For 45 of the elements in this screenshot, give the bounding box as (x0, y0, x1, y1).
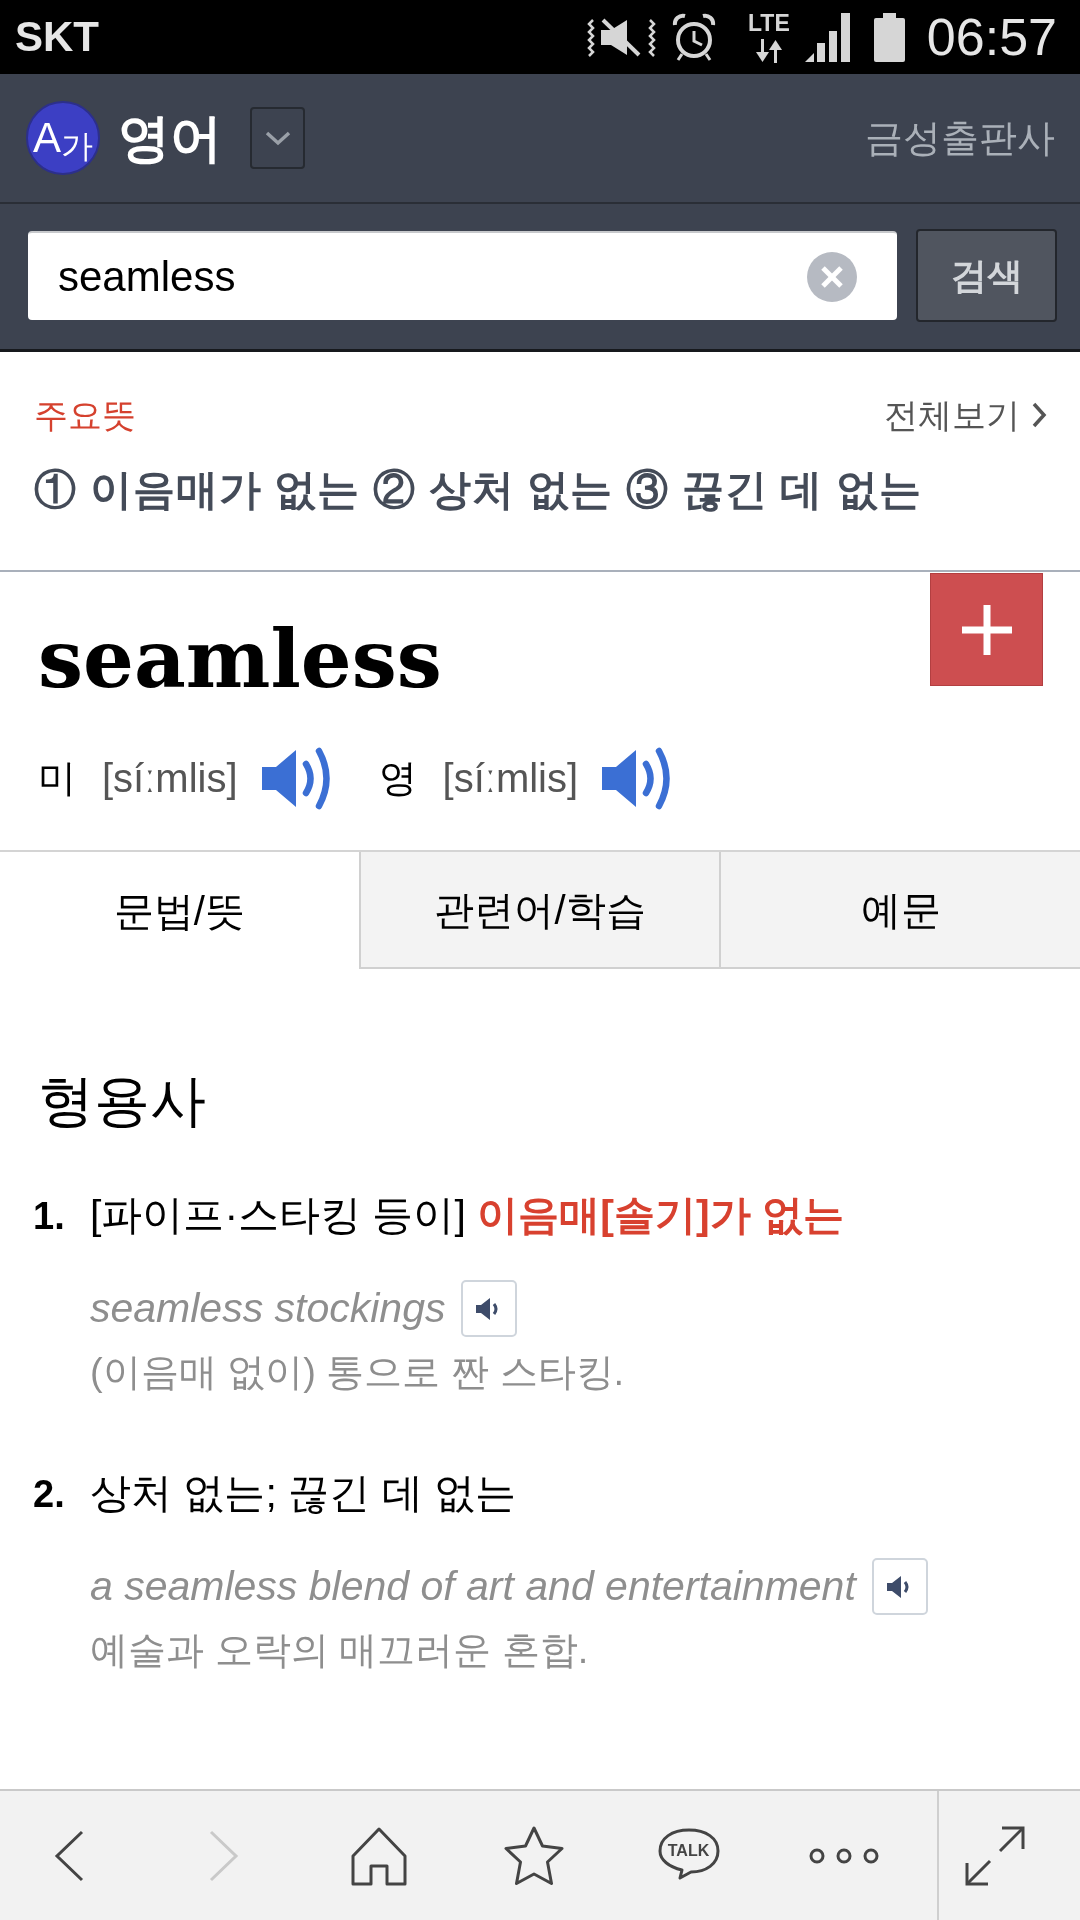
dropdown-button[interactable] (250, 107, 305, 169)
sense-definition: 상처 없는; 끊긴 데 없는 (90, 1469, 516, 1517)
headword: seamless (38, 614, 442, 704)
example-sentence: a seamless blend of art and entertainment (90, 1566, 856, 1607)
region-label: 미 (38, 759, 76, 797)
add-button[interactable] (930, 573, 1043, 686)
star-icon[interactable] (502, 1825, 565, 1886)
muted-speaker-icon (586, 16, 656, 58)
more-icon[interactable] (808, 1847, 879, 1864)
part-of-speech: 형용사 (37, 1068, 206, 1134)
data-arrows-icon (755, 38, 782, 63)
language-badge: A$_{가}$ (26, 101, 100, 175)
search-button[interactable]: 검색 (916, 229, 1057, 322)
home-icon[interactable] (350, 1825, 407, 1886)
chevron-down-icon (264, 130, 291, 146)
sense-number: 1. (33, 1194, 66, 1239)
example-sentence: seamless stockings (90, 1288, 446, 1329)
publisher-name: 금성출판사 (865, 119, 1055, 157)
view-all-link[interactable]: 전체보기 (884, 395, 1047, 435)
chevron-right-icon (1032, 402, 1047, 428)
sense-definition: [파이프·스타킹 등이] 이음매[솔기]가 없는 (90, 1191, 844, 1239)
example-translation: (이음매 없이) 통으로 짠 스타킹. (90, 1350, 625, 1395)
summary-meanings: ① 이음매가 없는 ② 상처 없는 ③ 끊긴 데 없는 (34, 466, 923, 514)
tab[interactable]: 예문 (719, 852, 1080, 969)
dictionary-title: 영어 (118, 112, 222, 164)
talk-button[interactable]: TALK (657, 1827, 720, 1884)
expand-icon[interactable] (963, 1824, 1026, 1887)
example-translation: 예술과 오락의 매끄러운 혼합. (90, 1628, 589, 1673)
section-label: 주요뜻 (34, 395, 136, 435)
play-button[interactable] (461, 1280, 518, 1337)
plus-icon (961, 604, 1012, 655)
carrier-name: SKT (15, 16, 99, 58)
battery-icon (873, 12, 905, 62)
tab[interactable]: 관련어/학습 (358, 852, 720, 969)
signal-icon (804, 12, 853, 62)
chevron-left-icon[interactable] (53, 1829, 84, 1882)
pronunciation: [síːmlis] (102, 758, 238, 798)
network-type: LTE (748, 11, 790, 35)
play-button[interactable] (871, 1558, 928, 1615)
sense-number: 2. (33, 1472, 66, 1517)
search-field[interactable]: seamless (28, 231, 897, 320)
clock-time: 06:57 (926, 11, 1057, 63)
alarm-clock-icon (671, 12, 716, 62)
pronunciation: [síːmlis] (442, 758, 579, 798)
region-label: 영 (378, 759, 417, 797)
